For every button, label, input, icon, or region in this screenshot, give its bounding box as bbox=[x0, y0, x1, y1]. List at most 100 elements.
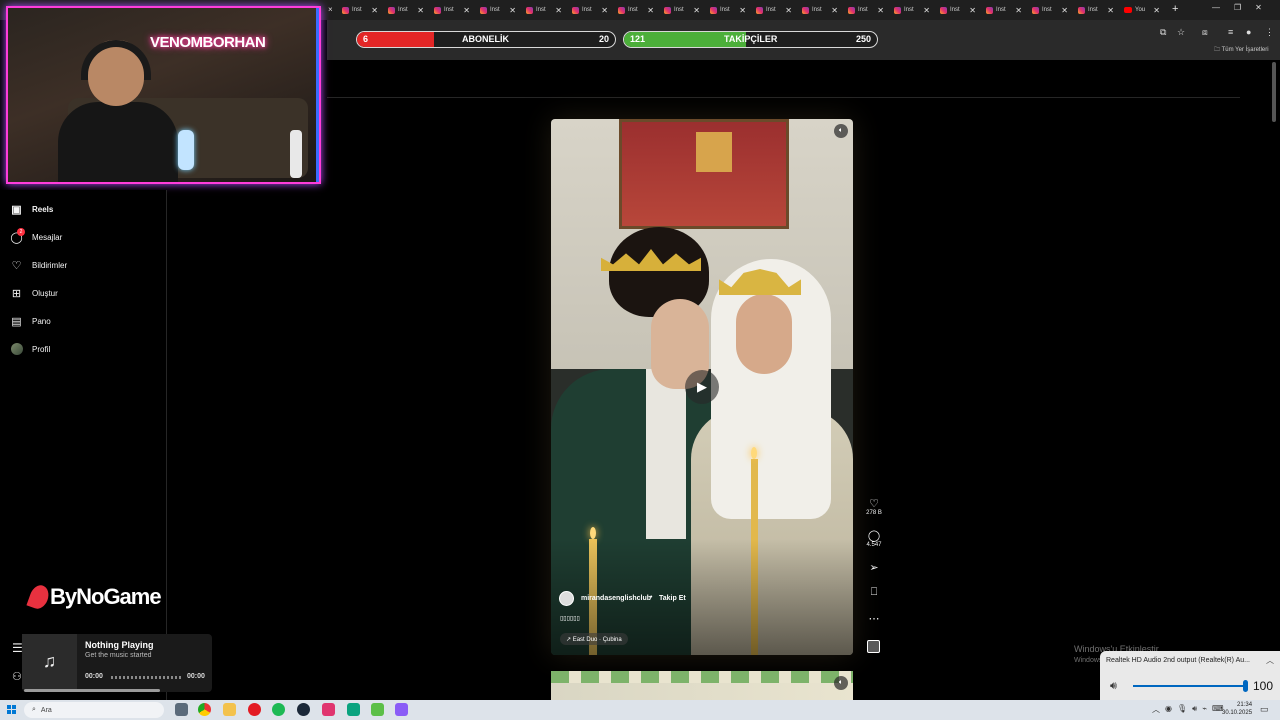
cast-icon[interactable]: ⧉ bbox=[1160, 27, 1166, 38]
taskbar-clock[interactable]: 21:34 30.10.2025 bbox=[1222, 701, 1252, 717]
close-tab-icon[interactable]: ✕ bbox=[463, 6, 470, 15]
tab-3[interactable]: Inst ✕ bbox=[476, 0, 522, 20]
close-tab-icon[interactable]: ✕ bbox=[877, 6, 884, 15]
close-tab-icon[interactable]: ✕ bbox=[739, 6, 746, 15]
tab-13[interactable]: Inst ✕ bbox=[936, 0, 982, 20]
close-icon[interactable]: ✕ bbox=[1255, 3, 1262, 12]
close-tab-icon[interactable]: ✕ bbox=[509, 6, 516, 15]
media-icon[interactable]: ≡ bbox=[1228, 27, 1233, 37]
threads-icon[interactable]: ⚇ bbox=[12, 670, 22, 683]
close-tab-icon[interactable]: ✕ bbox=[1061, 6, 1068, 15]
tab-14[interactable]: Inst ✕ bbox=[982, 0, 1028, 20]
browser-menu-icon[interactable]: ⋮ bbox=[1265, 27, 1274, 38]
profile-icon[interactable]: ● bbox=[1246, 27, 1251, 37]
tab-5[interactable]: Inst ✕ bbox=[568, 0, 614, 20]
maximize-icon[interactable]: ❐ bbox=[1234, 3, 1241, 12]
file-explorer-icon[interactable] bbox=[223, 703, 236, 716]
sidebar-item-profile[interactable]: Profil bbox=[10, 340, 50, 358]
bookmark-star-icon[interactable]: ☆ bbox=[1177, 27, 1185, 38]
sidebar-item-notifications[interactable]: ♡ Bildirimler bbox=[10, 256, 68, 274]
bluetooth-icon[interactable]: ⌁ bbox=[1202, 704, 1207, 715]
tab-scroll-left[interactable]: × bbox=[328, 5, 333, 14]
audio-thumbnail[interactable] bbox=[867, 640, 880, 653]
instagram-icon bbox=[940, 6, 947, 14]
comment-button[interactable]: ◯ 4.547 bbox=[864, 529, 884, 548]
tab-9[interactable]: Inst ✕ bbox=[752, 0, 798, 20]
like-button[interactable]: ♡ 278 B bbox=[864, 497, 884, 516]
close-tab-icon[interactable]: ✕ bbox=[371, 6, 378, 15]
chevron-up-icon[interactable]: ︿ bbox=[1266, 655, 1274, 666]
task-view-icon[interactable] bbox=[175, 703, 188, 716]
author-avatar[interactable] bbox=[559, 591, 574, 606]
reel-audio-link[interactable]: ↗ East Duo · Çubina bbox=[560, 633, 628, 645]
tab-16[interactable]: Inst ✕ bbox=[1074, 0, 1120, 20]
network-icon[interactable]: ◉ bbox=[1165, 704, 1172, 715]
close-tab-icon[interactable]: ✕ bbox=[785, 6, 792, 15]
tab-2[interactable]: Inst ✕ bbox=[430, 0, 476, 20]
windows-start-icon[interactable] bbox=[7, 705, 16, 714]
music-seek-track[interactable] bbox=[111, 676, 181, 679]
page-scrollbar[interactable] bbox=[1272, 62, 1276, 122]
author-name[interactable]: mirandasenglishclub bbox=[581, 595, 651, 602]
close-tab-icon[interactable]: ✕ bbox=[969, 6, 976, 15]
volume-slider-thumb[interactable] bbox=[1243, 680, 1248, 692]
chevron-up-icon[interactable]: ︿ bbox=[1152, 704, 1160, 715]
tab-7[interactable]: Inst ✕ bbox=[660, 0, 706, 20]
follower-goal-target: 250 bbox=[855, 34, 871, 44]
share-button[interactable]: ➢ bbox=[864, 561, 884, 574]
tab-6[interactable]: Inst ✕ bbox=[614, 0, 660, 20]
speaker-icon[interactable]: 🔊︎ bbox=[1192, 704, 1197, 715]
sidebar-item-messages[interactable]: ◯ 2 Mesajlar bbox=[10, 227, 63, 246]
tab-17[interactable]: You ✕ bbox=[1120, 0, 1166, 20]
app-icon[interactable] bbox=[322, 703, 335, 716]
app-icon[interactable] bbox=[347, 703, 360, 716]
tab-label: Inst bbox=[444, 7, 454, 13]
close-tab-icon[interactable]: ✕ bbox=[693, 6, 700, 15]
spotify-icon[interactable] bbox=[272, 703, 285, 716]
mute-icon[interactable]: 🔈︎ bbox=[834, 676, 848, 690]
steam-icon[interactable] bbox=[297, 703, 310, 716]
close-tab-icon[interactable]: ✕ bbox=[1015, 6, 1022, 15]
more-options-button[interactable]: ⋯ bbox=[864, 612, 884, 625]
close-tab-icon[interactable]: ✕ bbox=[555, 6, 562, 15]
close-tab-icon[interactable]: ✕ bbox=[1153, 6, 1160, 15]
mic-icon[interactable]: 🎙︎ bbox=[1177, 704, 1187, 715]
sidebar-item-create[interactable]: ⊞ Oluştur bbox=[10, 284, 58, 302]
tab-8[interactable]: Inst ✕ bbox=[706, 0, 752, 20]
notification-icon[interactable]: ▭ bbox=[1260, 704, 1269, 715]
chrome-icon[interactable] bbox=[198, 703, 211, 716]
close-tab-icon[interactable]: ✕ bbox=[923, 6, 930, 15]
mute-icon[interactable]: 🔈︎ bbox=[834, 124, 848, 138]
follow-button[interactable]: Takip Et bbox=[659, 595, 686, 602]
save-button[interactable]: ⎕ bbox=[864, 586, 884, 599]
next-reel-video[interactable] bbox=[551, 671, 853, 700]
tab-15[interactable]: Inst ✕ bbox=[1028, 0, 1074, 20]
app-icon[interactable] bbox=[395, 703, 408, 716]
close-tab-icon[interactable]: ✕ bbox=[647, 6, 654, 15]
sidebar-item-reels[interactable]: ▣ Reels bbox=[10, 200, 53, 218]
tab-10[interactable]: Inst ✕ bbox=[798, 0, 844, 20]
new-tab-button[interactable]: + bbox=[1172, 3, 1178, 15]
tab-0[interactable]: Inst ✕ bbox=[338, 0, 384, 20]
app-icon[interactable] bbox=[371, 703, 384, 716]
tab-12[interactable]: Inst ✕ bbox=[890, 0, 936, 20]
volume-slider[interactable] bbox=[1133, 685, 1247, 687]
close-tab-icon[interactable]: ✕ bbox=[831, 6, 838, 15]
instagram-icon bbox=[434, 6, 441, 14]
speaker-icon[interactable]: 🔊︎ bbox=[1110, 680, 1117, 693]
tab-4[interactable]: Inst ✕ bbox=[522, 0, 568, 20]
audio-device-label[interactable]: Realtek HD Audio 2nd output (Realtek(R) … bbox=[1106, 657, 1250, 664]
sidebar-item-dashboard[interactable]: ▤ Pano bbox=[10, 312, 50, 330]
taskbar-search[interactable]: ⌕ Ara bbox=[24, 702, 164, 718]
close-tab-icon[interactable]: ✕ bbox=[601, 6, 608, 15]
close-tab-icon[interactable]: ✕ bbox=[417, 6, 424, 15]
opera-icon[interactable] bbox=[248, 703, 261, 716]
all-bookmarks-link[interactable]: 🗀 Tüm Yer İşaretleri bbox=[1214, 45, 1269, 55]
close-tab-icon[interactable]: ✕ bbox=[1107, 6, 1114, 15]
tab-1[interactable]: Inst ✕ bbox=[384, 0, 430, 20]
minimize-icon[interactable]: — bbox=[1212, 3, 1220, 12]
tab-11[interactable]: Inst ✕ bbox=[844, 0, 890, 20]
sidebar-item-label: Mesajlar bbox=[32, 232, 63, 242]
play-icon[interactable]: ▶ bbox=[685, 370, 719, 404]
extensions-icon[interactable]: ⧈ bbox=[1202, 27, 1208, 38]
